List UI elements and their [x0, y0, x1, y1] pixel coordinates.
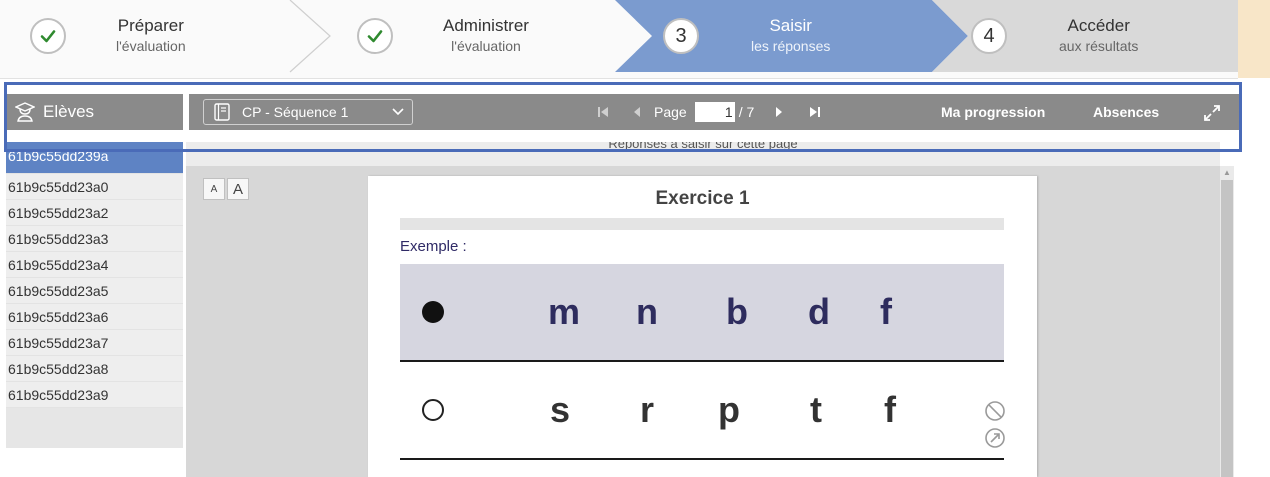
step-administer[interactable]: Administrer l'évaluation — [357, 0, 529, 72]
example-letter: n — [636, 291, 658, 332]
exercise-title: Exercice 1 — [655, 188, 750, 209]
answer-letter[interactable]: s — [550, 389, 570, 431]
answer-radio[interactable] — [422, 399, 444, 421]
step-enter-answers-label: Saisir les réponses — [751, 15, 830, 57]
step-results-label: Accéder aux résultats — [1059, 15, 1138, 57]
exercise-divider — [400, 218, 1004, 230]
step-administer-subtitle: l'évaluation — [451, 38, 521, 54]
step-prepare-title: Préparer — [117, 16, 184, 35]
step-enter-answers[interactable]: 3 Saisir les réponses — [663, 0, 830, 72]
student-item[interactable]: 61b9c55dd23a5 — [6, 278, 183, 304]
student-list[interactable]: 61b9c55dd239a 61b9c55dd23a0 61b9c55dd23a… — [6, 142, 183, 477]
step-results-number: 4 — [971, 18, 1007, 54]
student-item[interactable]: 61b9c55dd23a4 — [6, 252, 183, 278]
example-letter: b — [726, 291, 748, 332]
scrollbar-thumb[interactable] — [1221, 180, 1233, 477]
step-enter-answers-title: Saisir — [769, 16, 812, 35]
student-item[interactable]: 61b9c55dd23a0 — [6, 174, 183, 200]
example-row: m n b d f — [400, 264, 1004, 362]
answer-letter[interactable]: f — [884, 389, 896, 431]
student-item[interactable]: 61b9c55dd23a6 — [6, 304, 183, 330]
answer-letter[interactable]: r — [640, 389, 654, 431]
step-administer-label: Administrer l'évaluation — [443, 15, 529, 57]
step-prepare-check-icon — [30, 18, 66, 54]
example-radio-selected — [422, 301, 444, 323]
step-prepare[interactable]: Préparer l'évaluation — [30, 0, 186, 72]
answer-letter[interactable]: p — [718, 389, 740, 431]
step-results-subtitle: aux résultats — [1059, 38, 1139, 54]
step-prepare-label: Préparer l'évaluation — [116, 15, 186, 57]
step-results[interactable]: 4 Accéder aux résultats — [971, 0, 1138, 72]
example-letter: d — [808, 291, 830, 332]
student-item[interactable]: 61b9c55dd23a8 — [6, 356, 183, 382]
stepper: Préparer l'évaluation Administrer l'éval… — [0, 0, 1238, 79]
step-administer-check-icon — [357, 18, 393, 54]
student-item[interactable]: 61b9c55dd23a9 — [6, 382, 183, 408]
example-label: Exemple : — [400, 238, 467, 255]
example-letter: m — [548, 291, 581, 332]
highlight-frame — [4, 82, 1242, 152]
step-enter-answers-subtitle: les réponses — [751, 38, 831, 54]
no-answer-icon[interactable] — [984, 400, 1006, 422]
step-administer-title: Administrer — [443, 16, 529, 35]
font-size-controls: A A — [203, 178, 249, 200]
step-results-title: Accéder — [1067, 16, 1130, 35]
student-item[interactable]: 61b9c55dd23a3 — [6, 226, 183, 252]
example-letter: f — [880, 291, 892, 332]
right-edge-strip — [1238, 0, 1270, 78]
student-item[interactable]: 61b9c55dd23a7 — [6, 330, 183, 356]
font-larger-button[interactable]: A — [227, 178, 249, 200]
row-actions — [984, 400, 1014, 454]
answer-letter[interactable]: t — [810, 389, 822, 431]
student-item[interactable]: 61b9c55dd23a2 — [6, 200, 183, 226]
font-smaller-button[interactable]: A — [203, 178, 225, 200]
scroll-up-arrow-icon[interactable]: ▲ — [1222, 168, 1232, 178]
step-enter-answers-number: 3 — [663, 18, 699, 54]
exercise-sheet: Exercice 1 Exemple : m n b d f s r p t f — [368, 176, 1037, 477]
step-prepare-subtitle: l'évaluation — [116, 38, 186, 54]
student-list-filler — [6, 408, 183, 448]
question-row[interactable]: s r p t f — [400, 362, 1005, 460]
reset-icon[interactable] — [984, 427, 1006, 449]
